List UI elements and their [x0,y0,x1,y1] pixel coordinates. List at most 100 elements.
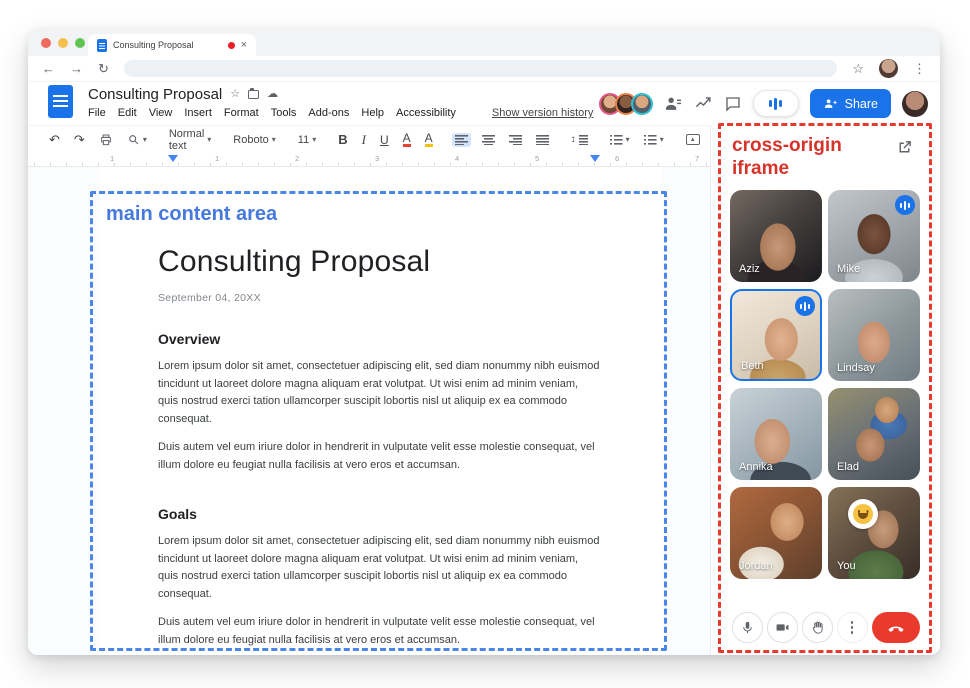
doc-title[interactable]: Consulting Proposal [88,86,222,103]
star-doc-icon[interactable]: ☆ [230,89,240,100]
menu-help[interactable]: Help [361,107,384,119]
move-folder-icon[interactable] [248,88,260,99]
window-close-button[interactable] [41,38,51,48]
align-right-icon[interactable] [506,133,525,147]
menu-addons[interactable]: Add-ons [308,107,349,119]
comment-icon[interactable] [724,95,742,113]
emoji-reaction-icon [848,499,878,529]
collaborator-avatars[interactable] [598,92,653,115]
browser-tab[interactable]: Consulting Proposal × [88,34,256,56]
document-page[interactable]: Consulting Proposal September 04, 20XX O… [100,167,662,655]
docs-header: Consulting Proposal ☆ ☁ File Edit View I… [28,82,940,125]
share-people-icon [824,99,837,108]
more-options-button[interactable] [836,612,868,643]
menu-edit[interactable]: Edit [118,107,137,119]
tab-close-icon[interactable]: × [241,39,247,51]
screen: Consulting Proposal × ← → ↻ ☆ ⋮ Consulti… [0,0,970,688]
highlight-color-icon[interactable]: A [422,130,436,150]
participant-tile-active-speaker[interactable]: Beth [730,289,822,381]
browser-menu-icon[interactable]: ⋮ [913,62,926,75]
participant-name: Aziz [739,263,760,275]
participant-name: Mike [837,263,861,275]
meet-call-button[interactable] [752,90,799,117]
paragraph-style-select[interactable]: Normal text ▾ [166,126,214,154]
url-input[interactable] [123,60,838,77]
menu-view[interactable]: View [149,107,173,119]
participant-tile[interactable]: Elad [828,388,920,480]
menu-file[interactable]: File [88,107,106,119]
right-margin-marker[interactable] [590,155,600,162]
docs-app-icon[interactable] [48,85,73,118]
bookmark-star-icon[interactable]: ☆ [852,62,864,75]
collaborator-list-icon[interactable] [664,94,683,113]
kebab-icon [850,621,854,634]
italic-icon[interactable]: I [359,131,369,148]
participant-tile-self[interactable]: You [828,487,920,579]
zoom-select[interactable]: ▾ [124,131,150,148]
participant-tile[interactable]: Lindsay [828,289,920,381]
participant-grid: Aziz Mike Beth Lindsay Annika Elad Jorda… [730,190,920,579]
insert-image-icon[interactable]: ▲ [683,132,703,147]
audio-bars-icon [769,100,773,107]
menu-tools[interactable]: Tools [271,107,297,119]
align-center-icon[interactable] [479,133,498,147]
audio-active-icon [895,195,915,215]
left-margin-marker[interactable] [168,155,178,162]
back-icon[interactable]: ← [42,62,55,75]
end-call-button[interactable] [871,612,920,643]
account-avatar[interactable] [902,90,928,117]
menu-insert[interactable]: Insert [184,107,212,119]
section-heading-goals: Goals [158,506,197,522]
reload-icon[interactable]: ↻ [98,62,109,75]
menu-format[interactable]: Format [224,107,259,119]
bold-icon[interactable]: B [335,131,350,148]
cloud-status-icon: ☁ [267,88,279,100]
document-title: Consulting Proposal [158,245,431,278]
browser-profile-avatar[interactable] [879,59,898,78]
window-zoom-button[interactable] [75,38,85,48]
participant-tile[interactable]: Jordan [730,487,822,579]
raise-hand-button[interactable] [801,612,833,643]
font-select[interactable]: Roboto ▾ [230,132,279,148]
line-spacing-icon[interactable]: ↕ [568,133,591,147]
format-toolbar: ↶ ↷ ▾ Normal text ▾ Roboto ▾ 11 ▾ B I U A A [28,125,740,154]
participant-tile[interactable]: Annika [730,388,822,480]
numbered-list-icon[interactable]: ▾ [641,133,667,147]
participant-tile[interactable]: Mike [828,190,920,282]
participant-name: Jordan [739,560,773,572]
tab-strip: Consulting Proposal × [28,30,940,56]
window-minimize-button[interactable] [58,38,68,48]
menu-accessibility[interactable]: Accessibility [396,107,456,119]
show-version-history-link[interactable]: Show version history [492,107,594,119]
recording-dot-icon [227,41,235,49]
participant-name: Lindsay [837,362,875,374]
browser-window: Consulting Proposal × ← → ↻ ☆ ⋮ Consulti… [28,30,940,655]
open-in-new-icon[interactable] [896,139,913,156]
participant-tile[interactable]: Aziz [730,190,822,282]
underline-icon[interactable]: U [377,132,392,148]
print-icon[interactable] [96,131,116,149]
undo-icon[interactable]: ↶ [46,131,63,148]
bulleted-list-icon[interactable]: ▾ [607,133,633,147]
mic-button[interactable] [731,612,763,643]
align-left-icon[interactable] [451,132,471,147]
align-justify-icon[interactable] [533,133,552,147]
camera-icon [776,624,788,631]
redo-icon[interactable]: ↷ [71,131,88,148]
docs-favicon [97,38,107,52]
camera-button[interactable] [766,612,798,643]
forward-icon[interactable]: → [70,62,83,75]
ruler: 11 23 45 67 [28,153,710,167]
end-call-icon [887,626,904,632]
participant-name: You [837,560,856,572]
activity-trend-icon[interactable] [694,94,713,113]
text-color-icon[interactable]: A [400,130,414,150]
paragraph: Lorem ipsum dolor sit amet, consectetuer… [158,535,600,600]
participant-name: Elad [837,461,860,473]
participant-name: Beth [741,360,764,372]
audio-active-icon [795,296,815,316]
font-size-select[interactable]: 11 ▾ [295,132,319,148]
paragraph: Duis autem vel eum iriure dolor in hendr… [158,616,595,646]
participant-name: Annika [739,461,773,473]
share-button[interactable]: Share [809,89,891,118]
